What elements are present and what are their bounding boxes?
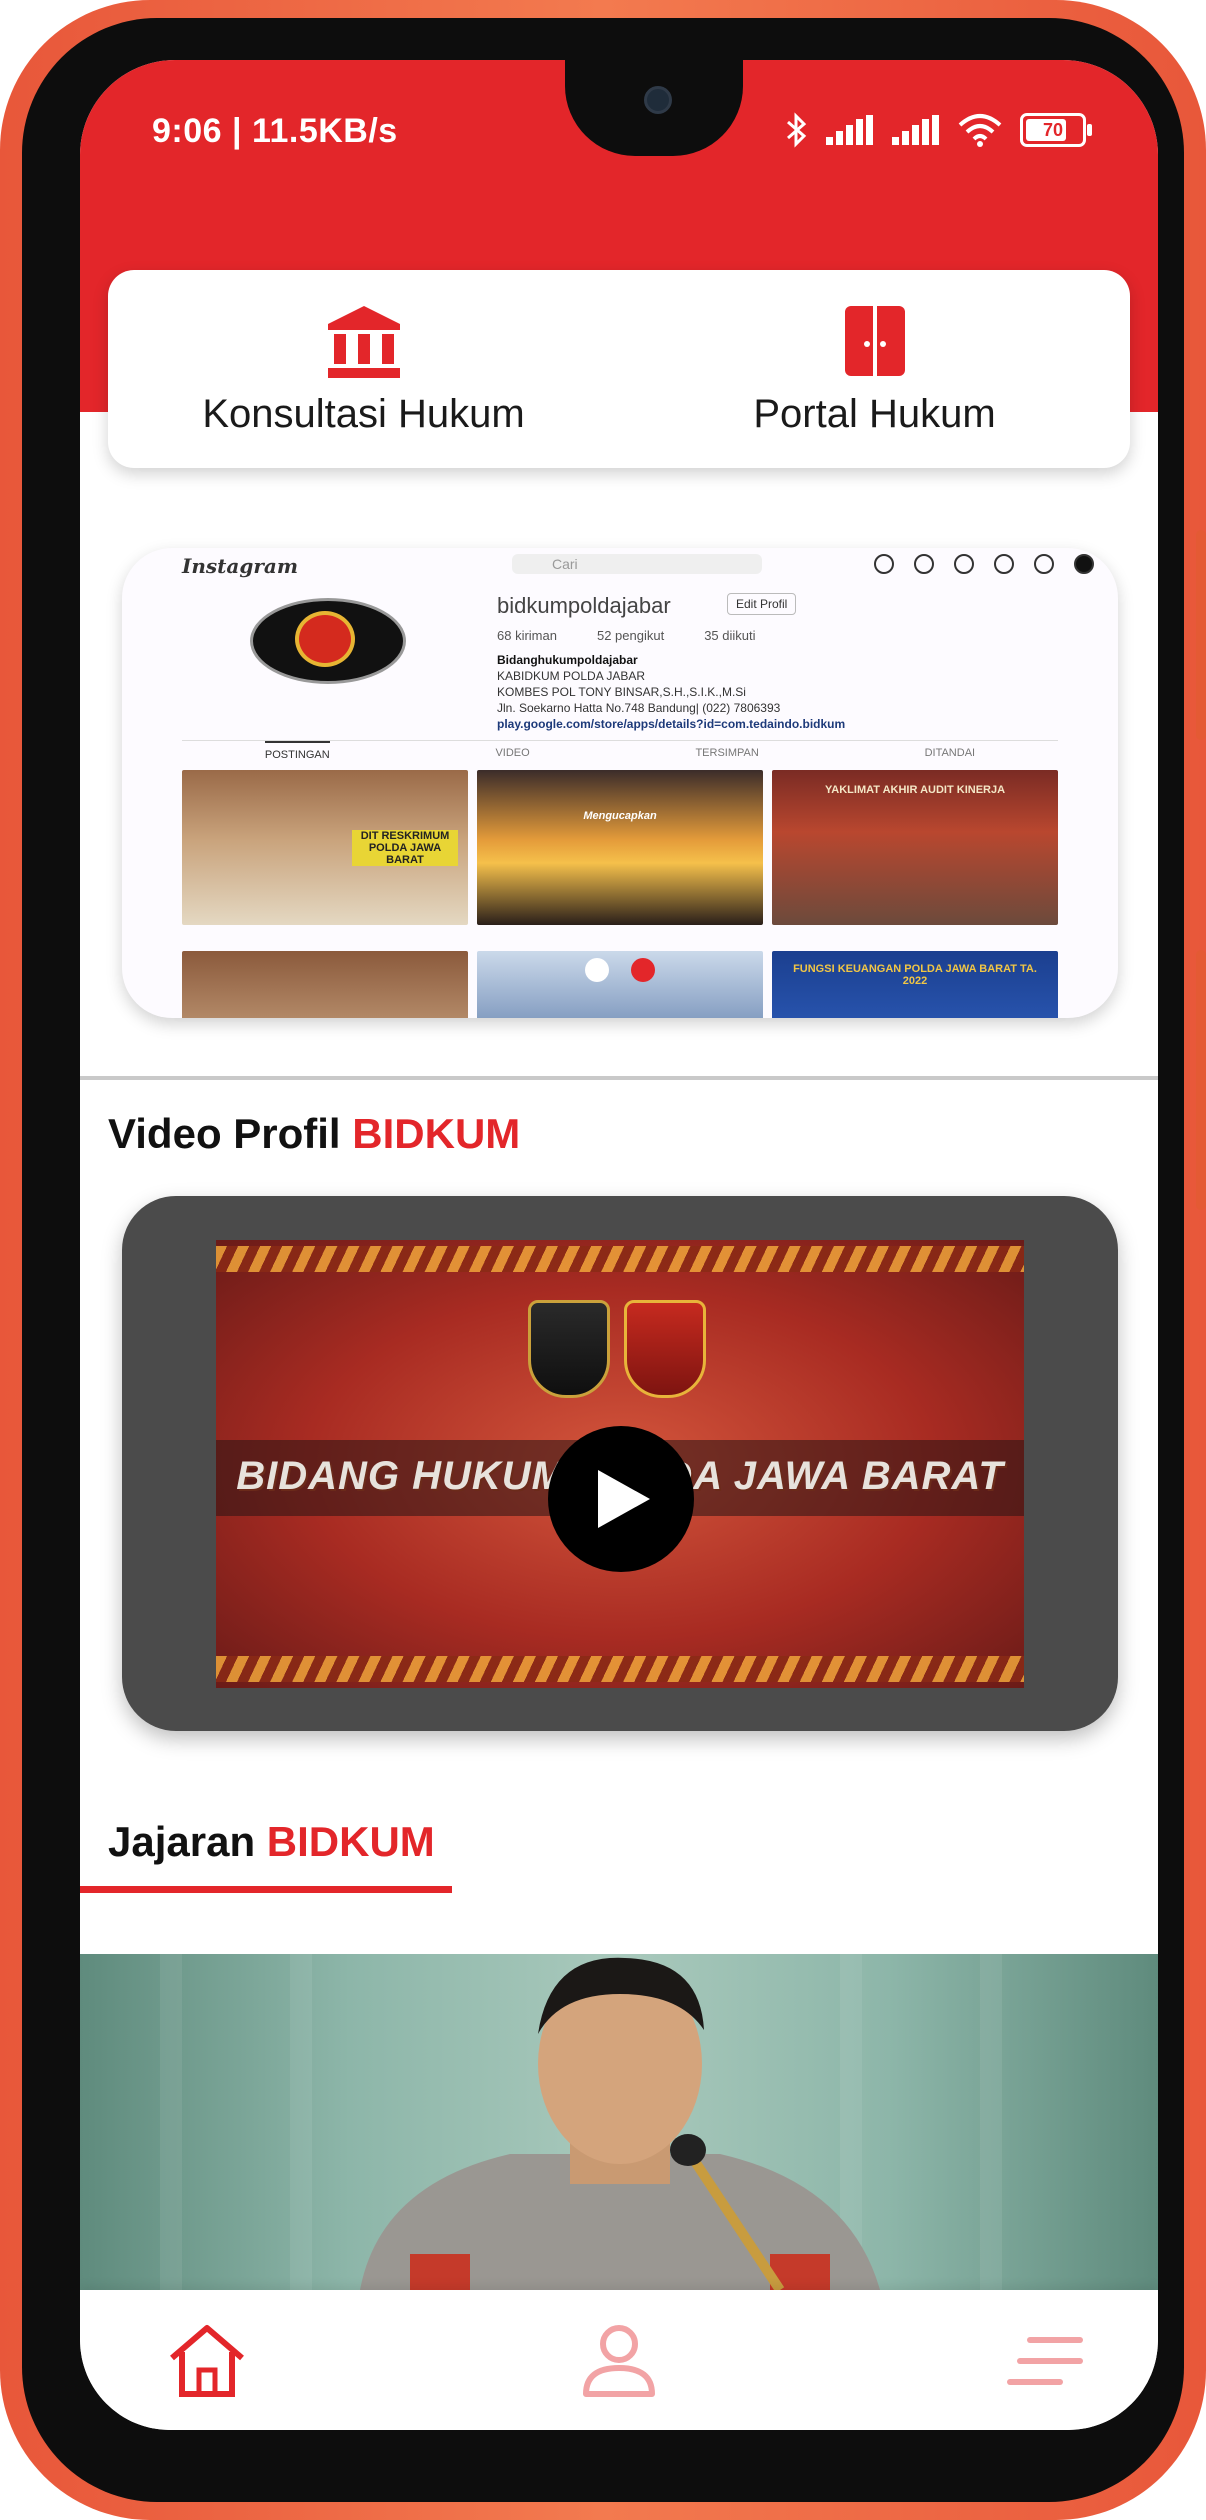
bio-link: play.google.com/store/apps/details?id=co… [497,717,846,731]
post-caption: YAKLIMAT AKHIR AUDIT KINERJA [824,784,1006,796]
avatar-icon [1074,554,1094,574]
post-thumbnail: DIT RESKRIMUM POLDA JAWA BARAT [182,770,468,925]
signal-icon [826,115,874,145]
home-icon [170,2325,244,2397]
decorative-stripe [216,1246,1024,1272]
profile-tabs: POSTINGAN VIDEO TERSIMPAN DITANDAI [182,740,1058,765]
heart-icon [1034,554,1054,574]
decorative-stripe [216,1656,1024,1682]
portal-hukum-label: Portal Hukum [753,392,996,436]
police-badge-icon [528,1300,610,1398]
instagram-nav-icons [874,554,1094,574]
police-badge-icon [624,1300,706,1398]
posts-count: 68 kiriman [497,628,557,643]
power-button [1196,950,1206,1210]
title-prefix: Jajaran [108,1818,256,1865]
instagram-search: Cari [512,554,762,574]
battery-percent: 70 [1042,119,1064,140]
tab-saved: TERSIMPAN [695,747,759,759]
bio-name: Bidanghukumpoldajabar [497,653,638,667]
konsultasi-hukum-label: Konsultasi Hukum [202,392,525,436]
volume-button [1196,530,1206,740]
profile-username: bidkumpoldajabar [497,593,671,618]
profile-stats: 68 kiriman 52 pengikut 35 diikuti [497,628,756,643]
signal-icon [892,115,940,145]
explore-icon [994,554,1014,574]
title-accent: BIDKUM [352,1110,521,1157]
instagram-topbar: Instagram Cari [122,548,1118,584]
bio-line: Jln. Soekarno Hatta No.748 Bandung| (022… [497,701,781,715]
nav-home-button[interactable] [162,2316,252,2406]
post-caption: Mengucapkan [583,810,657,822]
leader-section-title: Jajaran BIDKUM [108,1818,435,1866]
phone-frame: 9:06 | 11.5KB/s 70 Konsultasi Hukum Port… [0,0,1206,2520]
add-icon [954,554,974,574]
battery-icon: 70 [1020,113,1092,147]
bio-line: KOMBES POL TONY BINSAR,S.H.,S.I.K.,M.Si [497,685,746,699]
profile-bio: Bidanghukumpoldajabar KABIDKUM POLDA JAB… [497,652,845,732]
courthouse-icon [327,306,400,378]
following-count: 35 diikuti [704,628,756,643]
door-icon [844,306,905,376]
carousel-indicator [122,958,1118,982]
bio-line: KABIDKUM POLDA JABAR [497,669,646,683]
message-icon [914,554,934,574]
tab-posts: POSTINGAN [264,741,330,765]
play-button[interactable] [548,1426,694,1572]
video-player[interactable]: BIDANG HUKUM POLDA JAWA BARAT [122,1196,1118,1731]
play-icon [598,1470,650,1528]
bluetooth-icon [787,112,807,148]
video-section-title: Video Profil BIDKUM [108,1110,520,1158]
portal-hukum-button[interactable]: Portal Hukum [619,270,1130,468]
menu-icon [1007,2337,1083,2385]
carousel-dot-active[interactable] [631,958,655,982]
emblem-icon [295,611,355,667]
post-caption: DIT RESKRIMUM POLDA JAWA BARAT [352,830,458,866]
quick-actions-card: Konsultasi Hukum Portal Hukum [108,270,1130,468]
followers-count: 52 pengikut [596,628,665,643]
title-accent: BIDKUM [266,1818,435,1865]
edit-profile-button: Edit Profil [727,593,797,615]
banner-carousel[interactable]: Instagram Cari bidkumpoldajabar Edit Pro… [122,548,1118,1018]
title-prefix: Video Profil [108,1110,341,1157]
konsultasi-hukum-button[interactable]: Konsultasi Hukum [108,270,619,468]
section-divider [80,1076,1158,1080]
post-thumbnail: Mengucapkan [477,770,763,925]
carousel-dot[interactable] [585,958,609,982]
section-underline [80,1886,452,1893]
nav-profile-button[interactable] [574,2316,664,2406]
bottom-navigation [80,2290,1158,2430]
instagram-logo-text: Instagram [182,554,298,578]
status-icons: 70 [784,112,1092,148]
phone-bezel: 9:06 | 11.5KB/s 70 Konsultasi Hukum Port… [22,18,1184,2502]
wifi-icon [958,114,1002,147]
tab-video: VIDEO [495,747,530,759]
profile-avatar [250,598,406,684]
leader-photo[interactable] [80,1954,1158,2290]
home-icon [874,554,894,574]
officer-figure [360,1957,880,2290]
app-screen: 9:06 | 11.5KB/s 70 Konsultasi Hukum Port… [80,60,1158,2430]
tab-tagged: DITANDAI [924,747,976,759]
user-icon [583,2325,655,2397]
post-thumbnail: YAKLIMAT AKHIR AUDIT KINERJA [772,770,1058,925]
status-time: 9:06 | 11.5KB/s [152,112,398,150]
front-camera [644,86,672,114]
nav-menu-button[interactable] [1000,2316,1090,2406]
